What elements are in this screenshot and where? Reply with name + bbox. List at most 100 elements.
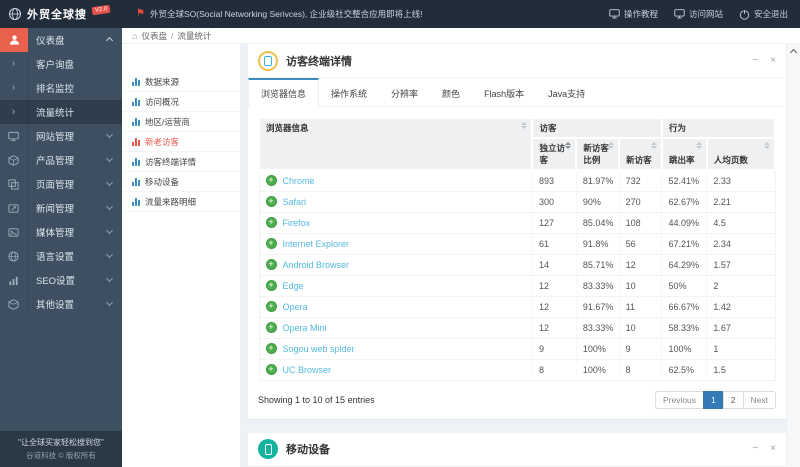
monitor-icon [0,124,28,148]
table-row: + Edge 12 83.33% 10 50% 2 [258,275,776,297]
pagination: Previous 1 2 Next [654,390,776,409]
browser-name-link[interactable]: Opera Mini [283,323,327,333]
sidebar-footer: "让全球买家轻松搜到您" 谷道科技 © 版权所有 [0,431,122,467]
breadcrumb-dashboard[interactable]: 仪表盘 [141,30,167,42]
tablet-icon [258,50,278,71]
browser-name-link[interactable]: Safari [283,197,307,207]
sidebar-item-dashboard[interactable]: 仪表盘 [0,28,122,52]
subnav-item-region-carrier[interactable]: 地区/运营商 [122,112,240,132]
cell-new-ratio: 100% [576,338,620,360]
cell-new-visitors: 10 [619,317,663,339]
expand-row-icon[interactable]: + [265,343,277,354]
sidebar-item-rank-monitor[interactable]: › 排名监控 [0,76,122,100]
arrow-right-icon: › [0,76,28,100]
column-header-new-visitors[interactable]: 新访客 [618,137,663,171]
tab-flash-version[interactable]: Flash版本 [472,78,536,106]
expand-row-icon[interactable]: + [265,196,277,207]
tab-color[interactable]: 颜色 [430,78,472,106]
tutorial-link[interactable]: 操作教程 [609,8,658,20]
chevron-down-icon [105,298,114,307]
bar-chart-icon [132,197,140,206]
sort-icon [608,142,615,149]
sidebar-item-label: 新闻管理 [36,204,75,215]
sidebar-item-language-settings[interactable]: 语言设置 [0,244,122,268]
pagination-previous-button[interactable]: Previous [654,390,705,409]
cell-pages: 1.42 [706,296,776,318]
expand-row-icon[interactable]: + [265,217,277,228]
sidebar-item-traffic-stats[interactable]: › 流量统计 [0,100,122,124]
cell-new-visitors: 56 [619,233,663,255]
tab-browser-info[interactable]: 浏览器信息 [248,78,320,107]
sidebar-item-website-mgmt[interactable]: 网站管理 [0,124,122,148]
browser-name-link[interactable]: Internet Explorer [283,239,350,249]
sidebar-item-customer-inquiry[interactable]: › 客户询盘 [0,52,122,76]
browser-name-link[interactable]: Edge [283,281,304,291]
column-header-new-visitor-ratio[interactable]: 新访客比例 [575,137,621,171]
minimize-icon[interactable]: − [752,444,758,454]
close-icon[interactable]: × [770,444,776,454]
visit-site-link[interactable]: 访问网站 [674,8,723,20]
cell-new-ratio: 81.97% [576,170,620,192]
home-icon: ⌂ [132,30,138,41]
subnav-item-data-source[interactable]: 数据来源 [122,72,240,92]
copyright-text: 谷道科技 © 版权所有 [26,451,96,460]
table-row: + Internet Explorer 61 91.8% 56 67.21% 2.… [258,233,776,255]
tab-operating-system[interactable]: 操作系统 [319,78,379,106]
expand-row-icon[interactable]: + [265,301,277,312]
logout-link[interactable]: 安全退出 [739,8,788,20]
sidebar-item-product-mgmt[interactable]: 产品管理 [0,148,122,172]
cell-unique-visitors: 12 [532,296,577,318]
column-header-unique-visitors[interactable]: 独立访客 [531,137,578,171]
sort-icon [764,142,770,149]
column-header-browser-info[interactable]: 浏览器信息 [257,117,534,171]
expand-row-icon[interactable]: + [265,238,277,249]
cell-bounce-rate: 44.09% [661,212,708,234]
cell-bounce-rate: 64.29% [661,254,708,276]
slogan-text: "让全球买家轻松搜到您" [18,438,104,447]
expand-row-icon[interactable]: + [265,280,277,291]
expand-row-icon[interactable]: + [265,322,277,333]
sidebar-item-news-mgmt[interactable]: 新闻管理 [0,196,122,220]
sidebar-item-seo-settings[interactable]: SEO设置 [0,268,122,292]
mobile-devices-card: 移动设备 − × [248,432,786,467]
chart-icon [0,268,28,292]
news-icon [0,196,28,220]
brand-name: 外贸全球搜 [27,9,87,21]
column-header-bounce-rate[interactable]: 跳出率 [660,137,708,171]
browser-name-link[interactable]: Android Browser [283,260,350,270]
browser-name-link[interactable]: UC Browser [283,365,332,375]
subnav-item-mobile-devices[interactable]: 移动设备 [122,172,240,192]
sidebar-item-other-settings[interactable]: 其他设置 [0,292,122,316]
sidebar-item-page-mgmt[interactable]: 页面管理 [0,172,122,196]
chevron-up-icon [105,36,114,44]
pagination-page-1-button[interactable]: 1 [703,390,724,409]
minimize-icon[interactable]: − [752,55,758,66]
table-footer: Showing 1 to 10 of 15 entries Previous 1… [248,381,786,419]
subnav-item-traffic-referrer-detail[interactable]: 流量来路明细 [122,192,240,212]
brand-logo[interactable]: 外贸全球搜 V2.0 [0,0,122,28]
subnav-item-visit-overview[interactable]: 访问概况 [122,92,240,112]
sidebar-item-media-mgmt[interactable]: 媒体管理 [0,220,122,244]
close-icon[interactable]: × [770,55,776,66]
browser-name-link[interactable]: Sogou web spider [283,344,355,354]
subnav-item-visitor-terminal[interactable]: 访客终端详情 [122,152,240,172]
sidebar-item-label: 产品管理 [36,156,75,167]
expand-row-icon[interactable]: + [265,259,277,270]
subnav-item-new-returning-visitors[interactable]: 新老访客 [122,132,240,152]
card-title: 移动设备 [286,444,330,456]
expand-row-icon[interactable]: + [265,175,277,187]
browser-name-link[interactable]: Opera [283,302,308,312]
pagination-page-2-button[interactable]: 2 [722,390,744,409]
expand-row-icon[interactable]: + [265,364,277,375]
tab-resolution[interactable]: 分辨率 [379,78,430,106]
browser-name-link[interactable]: Firefox [283,218,311,228]
browser-name-link[interactable]: Chrome [283,176,315,186]
tab-java-support[interactable]: Java支持 [536,78,597,106]
scroll-up-button[interactable] [787,44,800,58]
subnav-label: 数据来源 [145,76,180,87]
page-scrollbar[interactable] [786,44,800,467]
sort-icon-active [565,142,572,149]
table-row: + Sogou web spider 9 100% 9 100% 1 [258,338,776,360]
pagination-next-button[interactable]: Next [742,390,776,409]
column-header-pages-per-visit[interactable]: 人均页数 [705,137,777,171]
